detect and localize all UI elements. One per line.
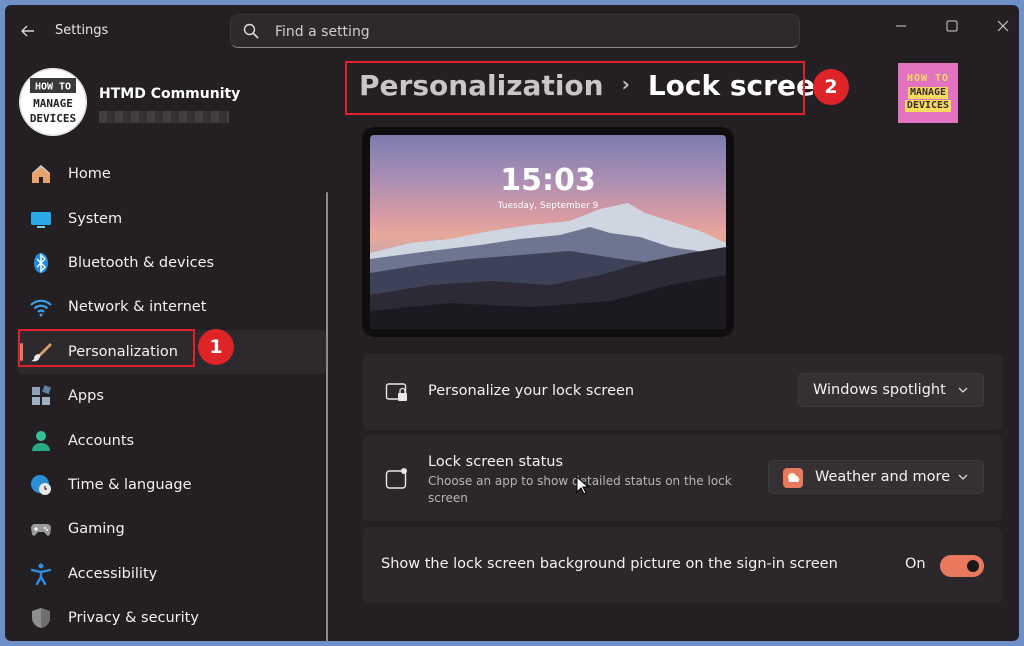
weather-icon: [783, 468, 803, 488]
system-icon: [29, 207, 53, 231]
lock-screen-status-dropdown[interactable]: Weather and more: [768, 460, 984, 494]
sidebar-item-apps[interactable]: Apps: [17, 374, 327, 418]
svg-text:HOW TO: HOW TO: [35, 82, 71, 93]
apps-icon: [29, 384, 53, 408]
signin-background-toggle[interactable]: [940, 555, 984, 577]
sidebar-item-network[interactable]: Network & internet: [17, 285, 327, 329]
mouse-cursor-icon: [576, 476, 590, 495]
svg-text:DEVICES: DEVICES: [30, 112, 76, 125]
sidebar-item-accessibility[interactable]: Accessibility: [17, 552, 327, 596]
close-icon[interactable]: [980, 11, 1019, 41]
lock-screen-status-label: Lock screen status: [428, 454, 564, 470]
sidebar-item-gaming[interactable]: Gaming: [17, 507, 327, 551]
annotation-badge-1: 1: [198, 329, 234, 365]
sidebar-scrollbar[interactable]: [326, 192, 328, 641]
sidebar-item-system[interactable]: System: [17, 196, 327, 240]
sidebar-item-privacy-security[interactable]: Privacy & security: [17, 596, 327, 640]
sidebar-item-home[interactable]: Home: [17, 152, 327, 196]
sidebar-nav: Home System Bluetooth & devices Network …: [17, 152, 327, 640]
sidebar-item-time-language[interactable]: Time & language: [17, 463, 327, 507]
sidebar-item-accounts[interactable]: Accounts: [17, 418, 327, 462]
lock-screen-preview: 15:03 Tuesday, September 9: [362, 127, 734, 337]
app-title: Settings: [55, 23, 109, 38]
toggle-knob: [967, 560, 979, 572]
accessibility-icon: [29, 562, 53, 586]
annotation-badge-2: 2: [813, 69, 849, 105]
toggle-state-label: On: [905, 556, 926, 572]
accounts-icon: [29, 429, 53, 453]
preview-date: Tuesday, September 9: [497, 201, 599, 211]
shield-icon: [29, 606, 53, 630]
sidebar-item-bluetooth[interactable]: Bluetooth & devices: [17, 241, 327, 285]
status-icon: [385, 468, 407, 489]
bluetooth-icon: [29, 251, 53, 275]
setting-lock-screen-status: Lock screen status Choose an app to show…: [363, 435, 1002, 521]
user-email-redacted: [99, 111, 229, 123]
setting-signin-background: Show the lock screen background picture …: [363, 527, 1002, 603]
gamepad-icon: [29, 517, 53, 541]
htmd-logo: HOW TO MANAGE DEVICES: [898, 63, 958, 123]
search-input[interactable]: [273, 15, 777, 49]
chevron-down-icon: [958, 474, 968, 480]
signin-background-label: Show the lock screen background picture …: [381, 556, 838, 572]
maximize-icon[interactable]: [929, 11, 975, 41]
annotation-box-breadcrumb: [345, 61, 805, 115]
minimize-icon[interactable]: [878, 11, 924, 41]
search-icon: [243, 23, 259, 39]
back-arrow-icon[interactable]: [17, 20, 39, 42]
settings-window: Settings HOW TO MANAGE DEVICES HTMD Comm…: [5, 5, 1019, 641]
globe-clock-icon: [29, 473, 53, 497]
home-icon: [29, 162, 53, 186]
lock-screen-icon: [385, 383, 407, 401]
search-box[interactable]: [230, 14, 800, 49]
preview-time: 15:03: [500, 163, 596, 198]
svg-text:MANAGE: MANAGE: [33, 97, 73, 110]
annotation-box-personalization: [18, 329, 195, 367]
setting-personalize-lock-screen: Personalize your lock screen Windows spo…: [363, 354, 1002, 430]
personalize-lock-screen-dropdown[interactable]: Windows spotlight: [798, 373, 984, 407]
wifi-icon: [29, 295, 53, 319]
avatar[interactable]: HOW TO MANAGE DEVICES: [19, 68, 87, 136]
personalize-lock-screen-label: Personalize your lock screen: [428, 383, 635, 399]
chevron-down-icon: [958, 387, 968, 393]
user-name: HTMD Community: [99, 86, 241, 102]
lock-screen-preview-image: 15:03 Tuesday, September 9: [370, 135, 726, 329]
htmd-avatar-logo: HOW TO MANAGE DEVICES: [19, 68, 87, 136]
